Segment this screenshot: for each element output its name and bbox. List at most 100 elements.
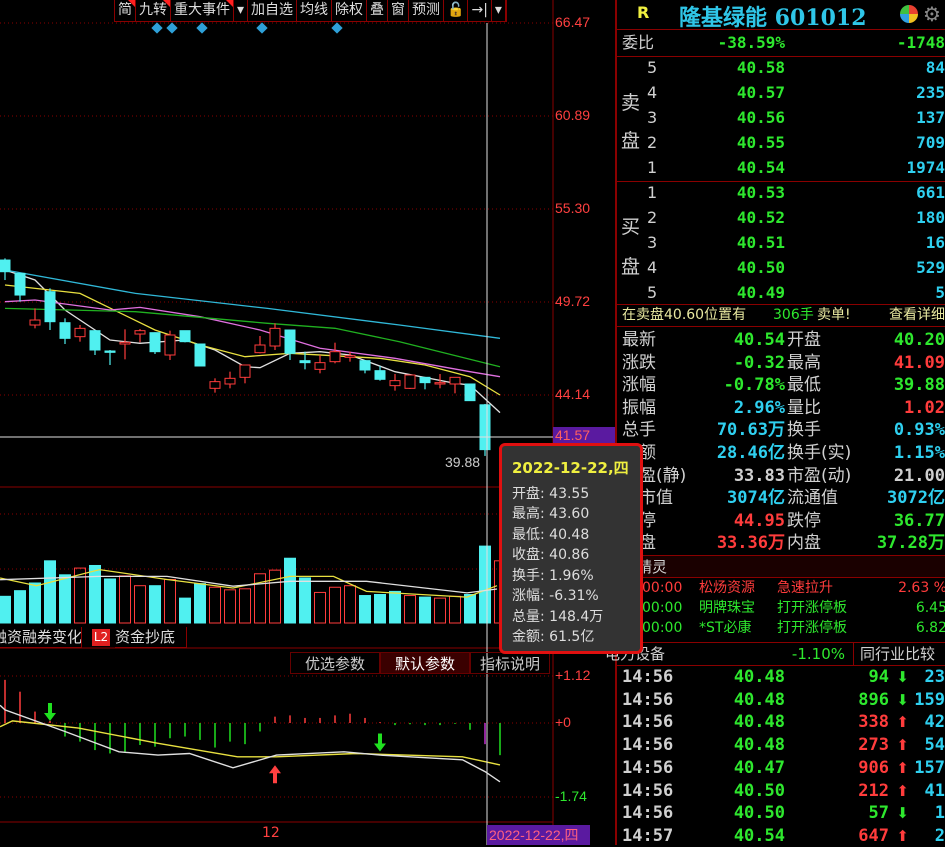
add-watchlist-button[interactable]: 加自选: [248, 0, 298, 21]
stat-value: 1.15%: [893, 443, 945, 463]
sell-signal-arrow-icon: [44, 703, 56, 721]
ask-volume: 137: [916, 108, 945, 127]
stat-value: 37.28万: [876, 533, 945, 554]
sell-level-row[interactable]: 1 40.54 1974: [617, 157, 945, 179]
level-number: 4: [647, 83, 658, 102]
more-dropdown-icon[interactable]: ▾: [492, 0, 506, 21]
notice-qty: 306手: [773, 307, 814, 323]
sell-signal-arrow-icon: [374, 733, 386, 752]
stat-value: 28.46亿: [716, 443, 785, 463]
tooltip-change: 涨幅: -6.31%: [512, 588, 599, 604]
simple-button[interactable]: 简: [115, 0, 136, 21]
tick-price: 40.48: [733, 735, 785, 756]
stat-value: 0.93%: [893, 420, 945, 441]
tooltip-amount: 金额: 61.5亿: [512, 629, 595, 645]
sell-level-row[interactable]: 5 40.58 84: [617, 57, 945, 79]
candle-body: [359, 360, 371, 371]
indicator-help-button[interactable]: 指标说明: [470, 652, 550, 674]
tooltip-open: 开盘: 43.55: [512, 485, 590, 502]
candle-body: [164, 334, 176, 356]
candle-body: [344, 355, 356, 358]
pie-chart-icon[interactable]: [900, 5, 918, 23]
notice-text: 在卖盘40.60位置有: [622, 307, 747, 323]
gear-icon[interactable]: ⚙: [923, 2, 941, 26]
sprite-row[interactable]: 00:00 松炀资源 急速拉升 2.63 %: [617, 578, 945, 598]
buy-level-row[interactable]: 4 40.50 529: [617, 257, 945, 279]
candle-tooltip: 2022-12-22,四 开盘: 43.55 最高: 43.60 最低: 40.…: [499, 443, 643, 654]
events-dropdown-icon[interactable]: ▾: [234, 0, 249, 21]
volume-bar: [449, 595, 461, 624]
bid-volume: 180: [916, 208, 945, 227]
level-number: 5: [647, 283, 658, 302]
sprite-row[interactable]: 00:00 明牌珠宝 打开涨停板 6.45: [617, 598, 945, 618]
sell-level-row[interactable]: 4 40.57 235: [617, 82, 945, 104]
buy-level-row[interactable]: 3 40.51 16: [617, 232, 945, 254]
tick-time: 14:57: [622, 825, 674, 846]
tab-fund-bottom[interactable]: 资金抄底: [115, 627, 187, 648]
quote-panel: R 隆基绿能 601012 ⚙ 委比 -38.59% -1748 卖 盘 5 40…: [605, 0, 945, 847]
major-events-button[interactable]: 重大事件: [171, 0, 234, 21]
stat-label: 换手(实): [787, 443, 852, 463]
sell-level-row[interactable]: 3 40.56 137: [617, 107, 945, 129]
volume-bar: [179, 597, 191, 624]
tab-margin-trading[interactable]: 融资融券变化: [0, 627, 82, 648]
nine-turn-button[interactable]: 九转: [136, 0, 171, 21]
weibi-row: 委比 -38.59% -1748: [617, 32, 945, 54]
industry-row[interactable]: 电力设备 -1.10% 同行业比较: [605, 643, 945, 665]
volume-bar: [44, 560, 56, 624]
default-params-button[interactable]: 默认参数: [380, 652, 470, 674]
price-axis-label: 66.47: [555, 14, 591, 30]
stat-value: 33.83: [733, 465, 785, 486]
volume-bar: [374, 594, 386, 624]
candle-body: [104, 350, 116, 353]
price-axis-label: 44.14: [555, 386, 591, 402]
industry-compare-button[interactable]: 同行业比较: [853, 643, 945, 665]
sprite-time: 00:00: [642, 620, 683, 636]
sprite-stock[interactable]: 明牌珠宝: [699, 598, 755, 618]
stat-value: 40.20: [893, 330, 945, 350]
buy-level-row[interactable]: 5 40.49 5: [617, 282, 945, 304]
moving-average-button[interactable]: 均线: [297, 0, 333, 21]
window-button[interactable]: 窗: [388, 0, 410, 21]
candle-body: [149, 332, 161, 353]
buy-level-row[interactable]: 2 40.52 180: [617, 207, 945, 229]
preferred-params-button[interactable]: 优选参数: [290, 652, 380, 674]
tick-row: 14:57 40.54 647 ⬆ 2: [617, 825, 945, 847]
candle-body: [134, 330, 146, 335]
notice-type: 卖单!: [817, 307, 851, 323]
volume-bar: [104, 578, 116, 624]
sprite-stock[interactable]: 松炀资源: [699, 578, 755, 598]
view-details-link[interactable]: 查看详细: [889, 304, 945, 326]
cursor-date-label: 2022-12-22,四: [487, 825, 590, 845]
ex-rights-button[interactable]: 除权: [332, 0, 368, 21]
overlay-button[interactable]: 叠: [367, 0, 389, 21]
stat-value: 70.63万: [716, 420, 785, 441]
kline-chart[interactable]: [0, 0, 615, 845]
ask-price: 40.54: [736, 158, 785, 177]
volume-bar: [299, 577, 311, 624]
sprite-stock[interactable]: *ST必康: [699, 618, 751, 638]
order-notice[interactable]: 在卖盘40.60位置有 306手 卖单! 查看详细: [617, 304, 945, 326]
stat-row: 振幅 2.96% 量比 1.02: [617, 397, 945, 419]
candle-body: [479, 404, 491, 451]
forecast-button[interactable]: 预测: [409, 0, 445, 21]
arrow-down-icon: ⬇: [896, 804, 909, 823]
tick-row: 14:56 40.48 94 ⬇ 23: [617, 666, 945, 688]
volume-bar: [209, 586, 221, 624]
lock-icon[interactable]: 🔓: [444, 0, 469, 21]
expand-icon[interactable]: →|: [468, 0, 492, 21]
volume-bar: [284, 557, 296, 624]
weibi-diff: -1748: [896, 33, 945, 52]
candle-body: [59, 322, 71, 339]
buy-level-row[interactable]: 1 40.53 661: [617, 182, 945, 204]
stat-value: 41.09: [893, 352, 945, 373]
tick-price: 40.50: [733, 780, 785, 801]
arrow-up-icon: ⬆: [896, 758, 909, 777]
tick-volume: 212: [858, 780, 889, 801]
sell-level-row[interactable]: 2 40.55 709: [617, 132, 945, 154]
sprite-row[interactable]: 00:00 *ST必康 打开涨停板 6.82: [617, 618, 945, 638]
level-number: 3: [647, 233, 658, 252]
candle-body: [464, 383, 476, 402]
ask-price: 40.56: [736, 108, 785, 127]
tick-volume: 94: [868, 667, 889, 687]
